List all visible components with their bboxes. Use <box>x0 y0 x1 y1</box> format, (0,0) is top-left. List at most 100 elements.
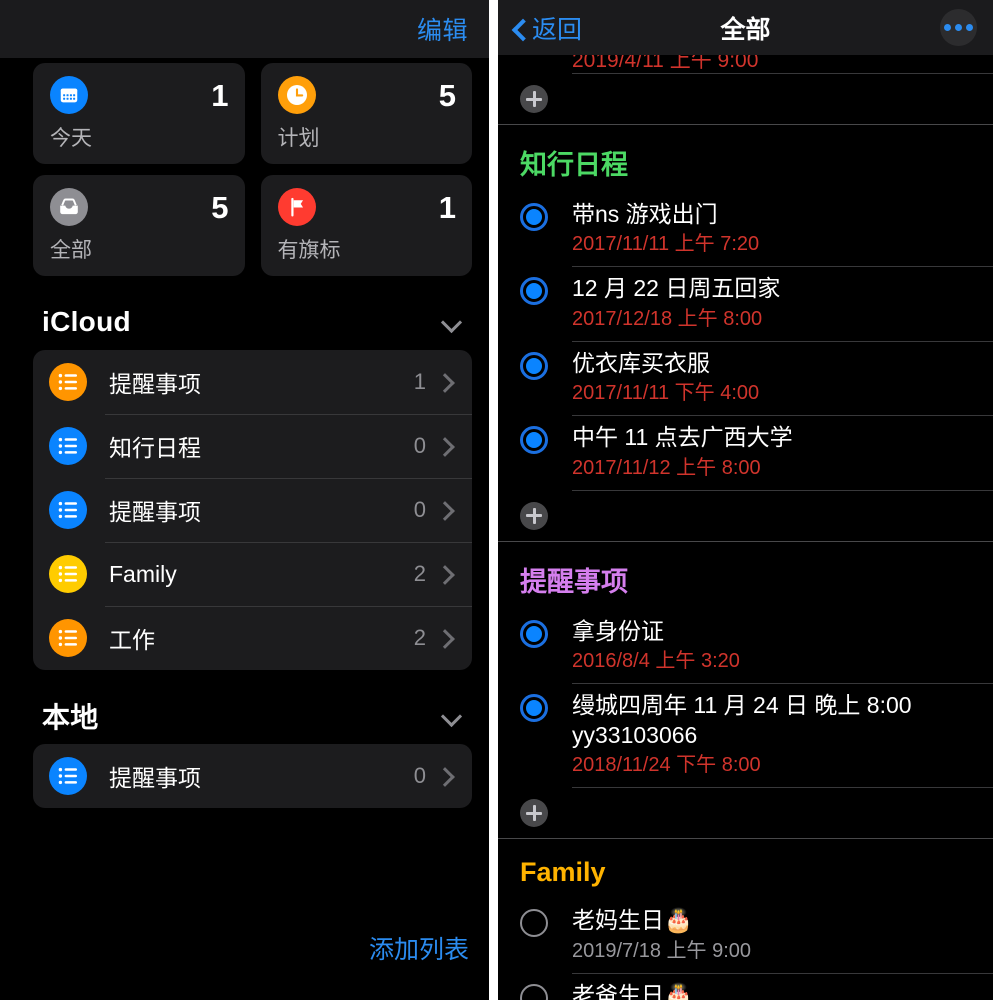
reminder-toggle-circle[interactable] <box>520 277 548 306</box>
section-title: 提醒事项 <box>520 566 628 597</box>
smart-list-tile-flagged[interactable]: 1 有旗标 <box>260 175 472 276</box>
reminder-row[interactable]: 中午 11 点去广西大学 2017/11/12 上午 8:00 <box>498 415 993 489</box>
tile-count: 1 <box>438 189 456 225</box>
group-header-local[interactable]: 本地 <box>0 691 489 741</box>
reminder-title: 老爸生日🎂 <box>572 981 981 1000</box>
plus-icon <box>520 799 548 828</box>
reminder-toggle-circle[interactable] <box>520 909 548 938</box>
add-reminder-row[interactable] <box>498 74 993 124</box>
list-bullet-icon <box>49 427 87 465</box>
left-navigation-bar: 编辑 <box>0 0 489 58</box>
list-count: 0 <box>413 433 426 458</box>
reminder-body: 优衣库买衣服 2017/11/11 下午 4:00 <box>572 349 981 406</box>
reminder-title-line: yy33103066 <box>572 721 698 748</box>
reminder-body: 中午 11 点去广西大学 2017/11/12 上午 8:00 <box>572 423 981 480</box>
ellipsis-icon-dot <box>966 24 973 31</box>
tile-label: 今天 <box>50 127 92 150</box>
chevron-right-icon <box>438 631 452 645</box>
reminder-body: 带ns 游戏出门 2017/11/11 上午 7:20 <box>572 200 981 257</box>
chevron-down-icon[interactable] <box>443 707 461 725</box>
list-bullet-icon <box>49 555 87 593</box>
reminder-row[interactable]: 优衣库买衣服 2017/11/11 下午 4:00 <box>498 340 993 415</box>
list-row[interactable]: 提醒事项 1 <box>33 350 472 414</box>
edit-button[interactable]: 编辑 <box>417 11 468 47</box>
reminder-row[interactable]: 老妈生日🎂 2019/7/18 上午 9:00 <box>498 898 993 972</box>
reminder-body: 12 月 22 日周五回家 2017/12/18 上午 8:00 <box>572 274 981 331</box>
list-name: 知行日程 <box>109 435 201 461</box>
reminder-row[interactable]: 拿身份证 2016/8/4 上午 3:20 <box>498 609 993 683</box>
back-button[interactable]: 返回 <box>512 10 582 46</box>
reminder-row[interactable]: 12 月 22 日周五回家 2017/12/18 上午 8:00 <box>498 266 993 340</box>
reminder-title: 老妈生日🎂 <box>572 906 981 935</box>
chevron-right-icon <box>438 439 452 453</box>
reminder-title: 中午 11 点去广西大学 <box>572 423 981 452</box>
plus-icon <box>520 85 548 113</box>
list-name: 提醒事项 <box>109 765 201 791</box>
tile-header: 5 <box>277 76 456 114</box>
reminder-title-line: 带ns 游戏出门 <box>572 201 718 227</box>
smart-list-tile-all[interactable]: 5 全部 <box>33 175 245 276</box>
more-options-button[interactable] <box>940 9 977 46</box>
ellipsis-icon-dot <box>944 24 951 31</box>
list-row[interactable]: Family 2 <box>33 542 472 606</box>
reminder-toggle-circle[interactable] <box>520 619 548 648</box>
clipped-reminder-row: 2019/4/11 上午 9:00 <box>498 55 993 73</box>
reminder-title: 优衣库买衣服 <box>572 349 981 378</box>
add-reminder-row[interactable] <box>498 788 993 838</box>
list-count: 0 <box>413 497 426 522</box>
group-header-icloud[interactable]: iCloud <box>0 297 489 347</box>
tile-header: 1 <box>277 188 456 226</box>
app-root: 编辑 1 今天 5 计划 5 全部 1 有旗标 iCloud 提醒事项 1 知行日程 0 提醒事项 0 Fa… <box>0 0 1000 1000</box>
inbox-tray-icon <box>50 188 88 226</box>
smart-list-tile-scheduled[interactable]: 5 计划 <box>260 63 472 164</box>
reminder-body: 老妈生日🎂 2019/7/18 上午 9:00 <box>572 906 981 963</box>
clipped-reminder-date: 2019/4/11 上午 9:00 <box>572 55 759 72</box>
add-reminder-row[interactable] <box>498 491 993 541</box>
list-name: Family <box>109 560 177 587</box>
reminder-date: 2018/11/24 下午 8:00 <box>572 754 761 777</box>
reminders-scroll-area[interactable]: 2019/4/11 上午 9:00 知行日程带ns 游戏出门 2017/11/11… <box>498 55 993 1000</box>
list-row[interactable]: 提醒事项 0 <box>33 478 472 542</box>
list-count: 2 <box>413 625 426 650</box>
reminder-toggle-circle[interactable] <box>520 203 548 231</box>
reminder-title: 拿身份证 <box>572 617 981 646</box>
reminder-toggle-circle[interactable] <box>520 694 548 723</box>
reminder-date: 2016/8/4 上午 3:20 <box>572 650 740 673</box>
list-bullet-icon <box>49 491 87 529</box>
group-card: 提醒事项 0 <box>33 744 472 808</box>
panel-divider <box>489 0 498 1000</box>
back-button-label: 返回 <box>532 15 583 44</box>
all-reminders-panel: 返回 全部 2019/4/11 上午 9:00 知行日程 带ns 游戏出门 2017… <box>498 0 993 1000</box>
reminder-row[interactable]: 缦城四周年 11 月 24 日 晚上 8:00 yy33103066 2018/11… <box>498 683 993 787</box>
reminder-row[interactable]: 带ns 游戏出门 2017/11/11 上午 7:20 <box>498 192 993 266</box>
chevron-down-icon[interactable] <box>443 313 461 331</box>
smart-list-tile-today[interactable]: 1 今天 <box>33 63 245 164</box>
reminder-title: 12 月 22 日周五回家 <box>572 274 981 303</box>
tile-label: 计划 <box>277 127 320 150</box>
list-row[interactable]: 知行日程 0 <box>33 414 472 478</box>
ellipsis-icon-dot <box>955 24 962 31</box>
list-count: 0 <box>413 763 426 788</box>
reminder-title-line: 缦城四周年 11 月 24 日 晚上 8:00 <box>572 692 912 719</box>
group-title: 本地 <box>42 702 99 733</box>
right-navigation-bar: 返回 全部 <box>498 0 993 55</box>
reminder-title: 缦城四周年 11 月 24 日 晚上 8:00 yy33103066 <box>572 691 981 750</box>
reminder-toggle-circle[interactable] <box>520 426 548 455</box>
reminder-title-line: 拿身份证 <box>572 617 664 644</box>
reminder-toggle-circle[interactable] <box>520 983 548 1000</box>
list-groups: iCloud 提醒事项 1 知行日程 0 提醒事项 0 Family 2 工作 2 本地 提醒事项 0 <box>0 297 489 808</box>
list-row[interactable]: 工作 2 <box>33 606 472 670</box>
reminder-title-line: 12 月 22 日周五回家 <box>572 275 781 302</box>
reminder-body: 老爸生日🎂2020/4/11 上午 9:00 <box>572 981 981 1000</box>
reminder-toggle-circle[interactable] <box>520 351 548 380</box>
section-title: 知行日程 <box>520 150 628 180</box>
lists-overview-panel: 编辑 1 今天 5 计划 5 全部 1 有旗标 iCloud 提醒事项 1 知行日程 0 提醒事项 0 Fa… <box>0 0 489 1000</box>
reminder-date: 2017/12/18 上午 8:00 <box>572 307 763 330</box>
add-list-button[interactable]: 添加列表 <box>369 930 469 966</box>
group-title: iCloud <box>42 306 131 337</box>
chevron-right-icon <box>438 769 452 783</box>
flag-icon <box>277 188 316 226</box>
list-row[interactable]: 提醒事项 0 <box>33 744 472 808</box>
chevron-right-icon <box>438 567 452 581</box>
reminder-row[interactable]: 老爸生日🎂2020/4/11 上午 9:00 <box>498 972 993 1000</box>
